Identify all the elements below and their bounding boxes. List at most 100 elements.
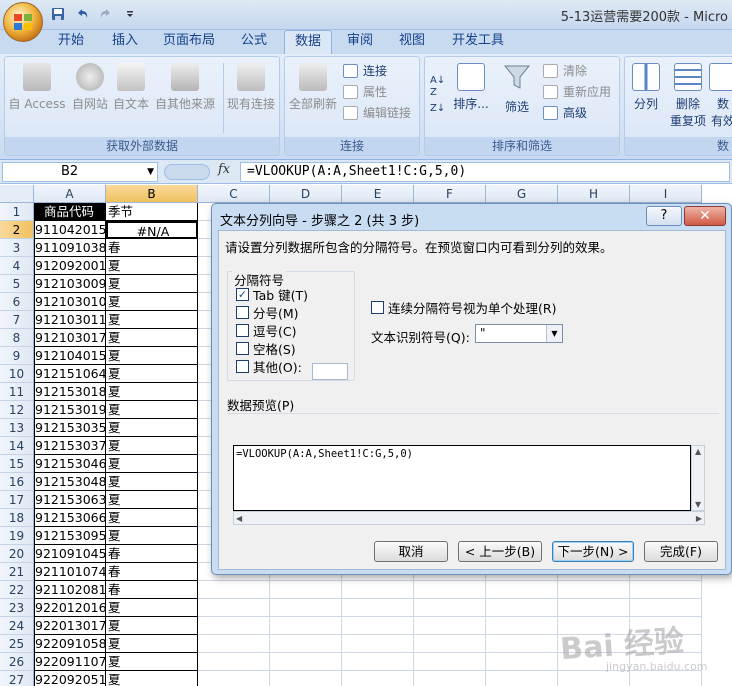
refresh-all-button[interactable]: 全部刷新	[287, 61, 339, 125]
cell-b[interactable]: 夏	[106, 527, 198, 545]
checkbox-box[interactable]	[236, 305, 249, 319]
scroll-down-icon[interactable]: ▼	[695, 500, 701, 509]
cell-empty[interactable]	[630, 581, 702, 599]
tab-page-layout[interactable]: 页面布局	[154, 30, 224, 54]
tab-review[interactable]: 审阅	[336, 30, 384, 54]
row-header[interactable]: 23	[0, 599, 34, 617]
cell-b[interactable]: 夏	[106, 257, 198, 275]
row-header[interactable]: 16	[0, 473, 34, 491]
cell-empty[interactable]	[342, 635, 414, 653]
row-header[interactable]: 1	[0, 203, 34, 221]
cell-empty[interactable]	[558, 671, 630, 686]
cell-empty[interactable]	[198, 653, 270, 671]
properties-button[interactable]: 属性	[343, 82, 387, 102]
row-header[interactable]: 24	[0, 617, 34, 635]
cell-empty[interactable]	[486, 635, 558, 653]
cell-a[interactable]: 912151064	[34, 365, 106, 383]
data-preview[interactable]: =VLOOKUP(A:A,Sheet1!C:G,5,0)	[233, 445, 691, 511]
cell-a[interactable]: 921102081	[34, 581, 106, 599]
cell-empty[interactable]	[486, 599, 558, 617]
cell-a[interactable]: 912153048	[34, 473, 106, 491]
cell-a[interactable]: 922091058	[34, 635, 106, 653]
cell-b[interactable]: #N/A	[106, 221, 198, 239]
cell-b[interactable]: 夏	[106, 509, 198, 527]
formula-input[interactable]: =VLOOKUP(A:A,Sheet1!C:G,5,0)	[240, 162, 730, 182]
cell-a[interactable]: 912153019	[34, 401, 106, 419]
cell-a[interactable]: 912153063	[34, 491, 106, 509]
comma-checkbox[interactable]: 逗号(C)	[236, 322, 296, 339]
cell-a[interactable]: 922092051	[34, 671, 106, 686]
save-icon[interactable]	[48, 5, 68, 23]
cell-a[interactable]: 921091045	[34, 545, 106, 563]
from-access-button[interactable]: 自 Access	[7, 61, 67, 125]
data-validation-button[interactable]: 数 有效	[709, 61, 732, 128]
column-header-a[interactable]: A	[34, 185, 106, 203]
cell-empty[interactable]	[342, 581, 414, 599]
cell-a[interactable]: 912153066	[34, 509, 106, 527]
cell-empty[interactable]	[270, 671, 342, 686]
select-all-corner[interactable]	[0, 185, 34, 203]
cell-empty[interactable]	[270, 635, 342, 653]
preview-horizontal-scrollbar[interactable]: ◀ ▶	[233, 511, 705, 525]
row-header[interactable]: 15	[0, 455, 34, 473]
scroll-up-icon[interactable]: ▲	[695, 447, 701, 456]
from-web-button[interactable]: 自网站	[67, 61, 113, 125]
cell-b[interactable]: 夏	[106, 617, 198, 635]
cell-b[interactable]: 夏	[106, 491, 198, 509]
cell-empty[interactable]	[486, 581, 558, 599]
cell-empty[interactable]	[414, 635, 486, 653]
next-button[interactable]: 下一步(N) >	[552, 541, 634, 562]
tab-formulas[interactable]: 公式	[228, 30, 280, 54]
row-header[interactable]: 25	[0, 635, 34, 653]
cell-empty[interactable]	[198, 599, 270, 617]
cell-b[interactable]: 夏	[106, 329, 198, 347]
cell-b[interactable]: 夏	[106, 455, 198, 473]
cell-empty[interactable]	[270, 581, 342, 599]
cell-a[interactable]: 911042015	[34, 221, 106, 239]
cell-b[interactable]: 夏	[106, 473, 198, 491]
cell-b[interactable]: 春	[106, 581, 198, 599]
tab-insert[interactable]: 插入	[100, 30, 150, 54]
cell-b[interactable]: 夏	[106, 599, 198, 617]
checkbox-box[interactable]	[236, 341, 249, 355]
cell-empty[interactable]	[414, 599, 486, 617]
cell-empty[interactable]	[198, 635, 270, 653]
cell-b[interactable]: 夏	[106, 383, 198, 401]
advanced-button[interactable]: 高级	[543, 103, 587, 123]
close-button[interactable]: ✕	[684, 206, 726, 226]
cell-a[interactable]: 912092001	[34, 257, 106, 275]
office-button[interactable]	[3, 2, 43, 42]
cell-empty[interactable]	[270, 617, 342, 635]
cell-empty[interactable]	[342, 599, 414, 617]
cell-a[interactable]: 912103011	[34, 311, 106, 329]
filter-button[interactable]: 筛选	[497, 61, 537, 125]
cell-b[interactable]: 夏	[106, 419, 198, 437]
existing-connections-button[interactable]: 现有连接	[225, 61, 277, 125]
row-header[interactable]: 10	[0, 365, 34, 383]
cell-a[interactable]: 912153018	[34, 383, 106, 401]
row-header[interactable]: 6	[0, 293, 34, 311]
space-checkbox[interactable]: 空格(S)	[236, 340, 296, 357]
cell-a[interactable]: 912103010	[34, 293, 106, 311]
cell-a[interactable]: 912153046	[34, 455, 106, 473]
checkbox-box[interactable]: ✓	[236, 287, 249, 301]
row-header[interactable]: 22	[0, 581, 34, 599]
cell-b[interactable]: 夏	[106, 365, 198, 383]
redo-icon[interactable]	[96, 5, 116, 23]
cell-a[interactable]: 912153035	[34, 419, 106, 437]
from-other-sources-button[interactable]: 自其他来源	[151, 61, 219, 125]
cell-b[interactable]: 夏	[106, 635, 198, 653]
cell-empty[interactable]	[414, 581, 486, 599]
row-header[interactable]: 19	[0, 527, 34, 545]
cell-empty[interactable]	[270, 653, 342, 671]
edit-links-button[interactable]: 编辑链接	[343, 103, 411, 123]
cell-a[interactable]: 912104015	[34, 347, 106, 365]
row-header[interactable]: 26	[0, 653, 34, 671]
cell-b[interactable]: 春	[106, 545, 198, 563]
tab-checkbox[interactable]: ✓ Tab 键(T)	[236, 286, 308, 303]
chevron-down-icon[interactable]: ▼	[147, 163, 154, 181]
column-header-d[interactable]: D	[270, 185, 342, 203]
preview-vertical-scrollbar[interactable]: ▲ ▼	[691, 445, 705, 511]
cell-b[interactable]: 春	[106, 563, 198, 581]
cell-empty[interactable]	[342, 671, 414, 686]
